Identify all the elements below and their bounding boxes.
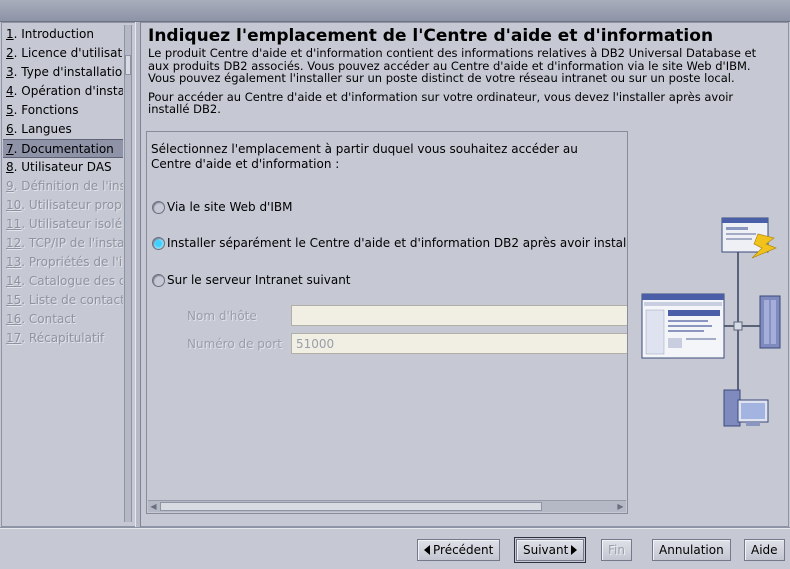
scroll-right-icon[interactable]: ▶ — [615, 501, 626, 512]
step-install-action[interactable]: 4. Opération d'insta — [3, 82, 123, 101]
main-content: Indiquez l'emplacement de l'Centre d'aid… — [148, 25, 784, 122]
option-intranet-server-label: Sur le serveur Intranet suivant — [167, 273, 351, 287]
radio-ibm-website[interactable] — [152, 200, 165, 214]
description-text: Le produit Centre d'aide et d'informatio… — [148, 46, 757, 85]
host-label: Nom d'hôte — [187, 309, 257, 323]
port-label: Numéro de port — [187, 337, 282, 351]
step-contact-list: 15. Liste de contact — [6, 293, 123, 307]
option-install-separately[interactable]: Installer séparément le Centre d'aide et… — [152, 234, 628, 252]
port-input[interactable]: 51000 — [291, 333, 627, 354]
next-button[interactable]: Suivant — [513, 537, 587, 563]
step-documentation[interactable]: 7. Documentation — [3, 139, 123, 158]
window-title-bar — [0, 0, 790, 22]
radio-install-separately[interactable] — [152, 236, 165, 250]
server-icon — [759, 295, 781, 349]
step-introduction[interactable]: 1. Introduction — [3, 25, 123, 44]
footer-separator — [0, 527, 790, 529]
step-contact: 16. Contact — [6, 312, 76, 326]
network-illustration — [641, 217, 781, 427]
back-button[interactable]: Précédent — [417, 539, 501, 561]
step-licence[interactable]: 2. Licence d'utilisati — [3, 44, 123, 63]
back-arrow-icon — [424, 545, 430, 555]
scroll-left-icon[interactable]: ◀ — [148, 501, 159, 512]
page-title: Indiquez l'emplacement de l'Centre d'aid… — [148, 26, 714, 46]
sidebar-scrollbar[interactable] — [124, 25, 132, 522]
option-ibm-website-label: Via le site Web d'IBM — [167, 200, 293, 214]
step-catalog: 14. Catalogue des d — [6, 274, 123, 288]
sidebar-scroll-thumb[interactable] — [125, 55, 131, 75]
step-tcpip: 12. TCP/IP de l'insta — [6, 236, 123, 250]
location-prompt: Sélectionnez l'emplacement à partir duqu… — [151, 142, 578, 171]
step-languages[interactable]: 6. Langues — [3, 120, 123, 139]
host-input[interactable] — [291, 305, 627, 326]
location-panel: Sélectionnez l'emplacement à partir duqu… — [146, 131, 628, 514]
panel-horizontal-scrollbar[interactable]: ◀ ▶ — [148, 500, 626, 512]
step-fenced-user: 11. Utilisateur isolé — [6, 217, 123, 231]
panel-scroll-thumb[interactable] — [160, 502, 542, 511]
step-das-user[interactable]: 8. Utilisateur DAS — [3, 158, 123, 177]
workstation-icon — [723, 389, 769, 427]
help-button[interactable]: Aide — [744, 539, 785, 561]
steps-sidebar: 1. Introduction 2. Licence d'utilisati 3… — [3, 25, 123, 522]
step-owner-user: 10. Utilisateur propr — [6, 198, 123, 212]
pane-splitter[interactable] — [135, 22, 141, 527]
step-instance-definition: 9. Définition de l'ins — [6, 179, 123, 193]
step-summary: 17. Récapitulatif — [6, 331, 105, 345]
option-intranet-server[interactable]: Sur le serveur Intranet suivant — [152, 271, 351, 289]
step-instance-properties: 13. Propriétés de l'i — [6, 255, 123, 269]
step-installation-type[interactable]: 3. Type d'installatio — [3, 63, 123, 82]
next-arrow-icon — [571, 545, 578, 555]
install-note-text: Pour accéder au Centre d'aide et d'infor… — [148, 89, 734, 116]
option-install-separately-label: Installer séparément le Centre d'aide et… — [167, 236, 628, 250]
step-features[interactable]: 5. Fonctions — [3, 101, 123, 120]
info-center-window-icon — [641, 293, 725, 359]
radio-intranet-server[interactable] — [152, 273, 165, 287]
option-ibm-website[interactable]: Via le site Web d'IBM — [152, 198, 292, 216]
finish-button: Fin — [601, 539, 632, 561]
cancel-button[interactable]: Annulation — [652, 539, 731, 561]
